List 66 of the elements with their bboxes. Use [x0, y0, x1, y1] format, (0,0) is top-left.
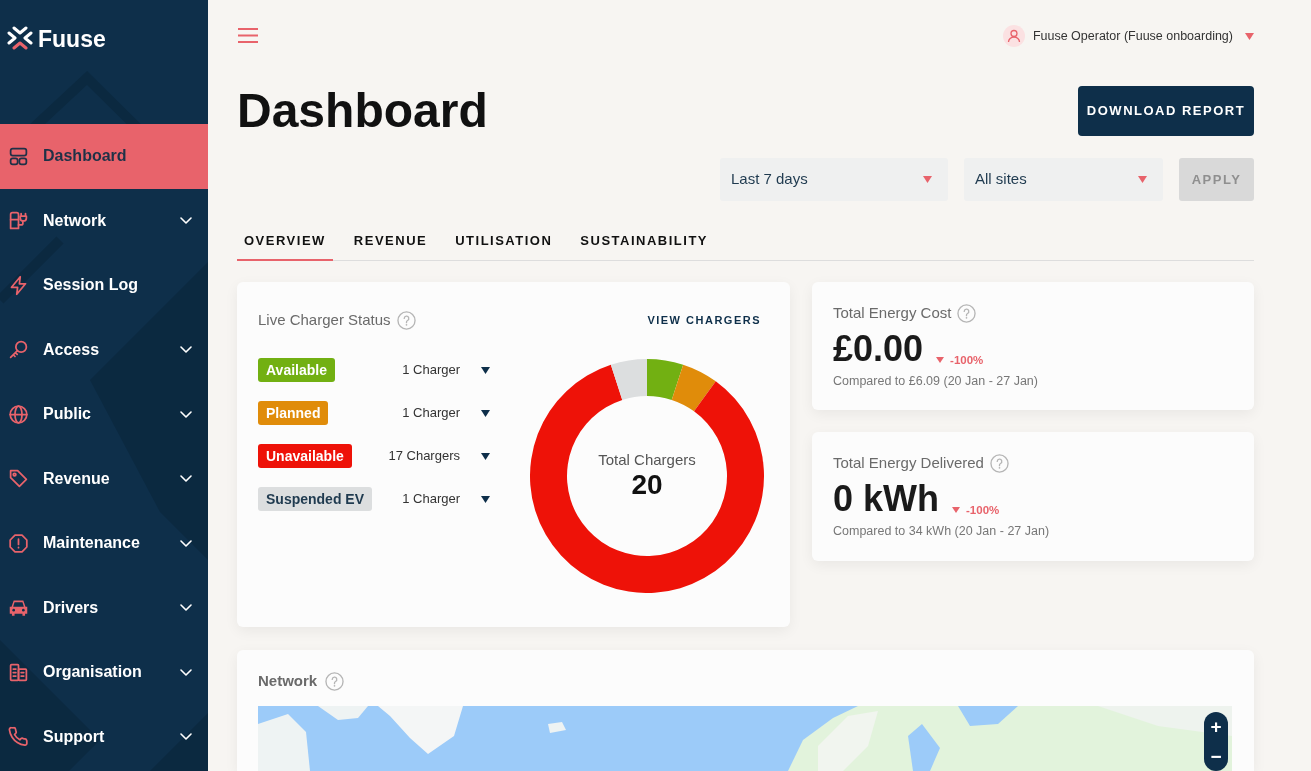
status-badge: Suspended EV: [258, 487, 373, 511]
charger-count: 1 Charger: [402, 361, 460, 380]
sidebar-item[interactable]: Dashboard: [0, 124, 208, 189]
zoom-in-button[interactable]: +: [1204, 712, 1228, 741]
help-icon[interactable]: [396, 310, 416, 330]
download-report-button[interactable]: DOWNLOAD REPORT: [1078, 86, 1254, 136]
phone-icon: [8, 726, 29, 748]
help-icon[interactable]: [989, 453, 1009, 473]
sidebar-item[interactable]: Maintenance: [0, 511, 208, 576]
comparison-text: Compared to 34 kWh (20 Jan - 27 Jan): [833, 523, 1051, 539]
chart-center-label: Total Chargers: [598, 451, 696, 469]
page-title: Dashboard: [237, 86, 488, 136]
card-title: Total Energy Delivered: [833, 452, 984, 473]
key-icon: [8, 339, 29, 361]
charger-count: 1 Charger: [402, 404, 460, 423]
caret-down-icon: [923, 176, 932, 183]
sidebar-item[interactable]: Organisation: [0, 640, 208, 705]
status-badge: Planned: [258, 401, 329, 425]
menu-icon[interactable]: [238, 27, 258, 43]
sidebar-item[interactable]: Network: [0, 188, 208, 253]
caret-down-icon[interactable]: [481, 452, 490, 460]
sidebar-item[interactable]: Public: [0, 382, 208, 447]
card-title: Network: [258, 670, 318, 691]
dropdown[interactable]: Last 7 days: [720, 158, 948, 201]
change-percentage: -100%: [966, 503, 1000, 517]
sidebar-item[interactable]: Support: [0, 704, 208, 769]
user-avatar-icon: [1002, 25, 1025, 47]
chart-center-value: 20: [631, 469, 663, 501]
help-icon[interactable]: [957, 303, 977, 323]
logo-icon: [7, 26, 33, 50]
tab[interactable]: UTILISATION: [448, 222, 560, 261]
tag-icon: [8, 468, 29, 490]
zoom-out-button[interactable]: −: [1204, 741, 1228, 771]
map-drawing[interactable]: [258, 706, 1232, 771]
metric-value: £0.00: [833, 330, 924, 368]
caret-down-icon[interactable]: [481, 366, 490, 374]
brand-name: Fuuse: [38, 26, 106, 52]
status-badge: Unavailable: [258, 444, 352, 468]
card-title: Live Charger Status: [258, 309, 391, 330]
change-percentage: -100%: [950, 353, 984, 367]
status-badge: Available: [258, 358, 335, 382]
alert-icon: [8, 532, 29, 554]
metric-value: 0 kWh: [833, 480, 939, 518]
sidebar-item[interactable]: Drivers: [0, 575, 208, 640]
layout-icon: [8, 145, 29, 167]
sidebar-item[interactable]: Session Log: [0, 253, 208, 318]
charger-count: 1 Charger: [402, 490, 460, 509]
card-title: Total Energy Cost: [833, 302, 952, 323]
charger-count: 17 Chargers: [388, 447, 460, 466]
caret-down-icon: [1138, 176, 1147, 183]
view-chargers-link[interactable]: VIEW CHARGERS: [647, 311, 761, 329]
tab[interactable]: SUSTAINABILITY: [573, 222, 715, 261]
user-menu[interactable]: Fuuse Operator (Fuuse onboarding): [1032, 26, 1233, 46]
sidebar-item[interactable]: Revenue: [0, 446, 208, 511]
building-icon: [8, 661, 29, 683]
tab[interactable]: REVENUE: [346, 222, 435, 261]
caret-down-icon[interactable]: [481, 495, 490, 503]
tab[interactable]: OVERVIEW: [237, 222, 333, 261]
lightning-icon: [8, 274, 29, 296]
ev-charger-icon: [8, 210, 29, 232]
caret-down-icon[interactable]: [481, 409, 490, 417]
dropdown[interactable]: All sites: [964, 158, 1163, 201]
comparison-text: Compared to £6.09 (20 Jan - 27 Jan): [833, 373, 1039, 389]
help-icon[interactable]: [325, 671, 345, 691]
globe-icon: [8, 403, 29, 425]
sidebar-item[interactable]: Access: [0, 317, 208, 382]
